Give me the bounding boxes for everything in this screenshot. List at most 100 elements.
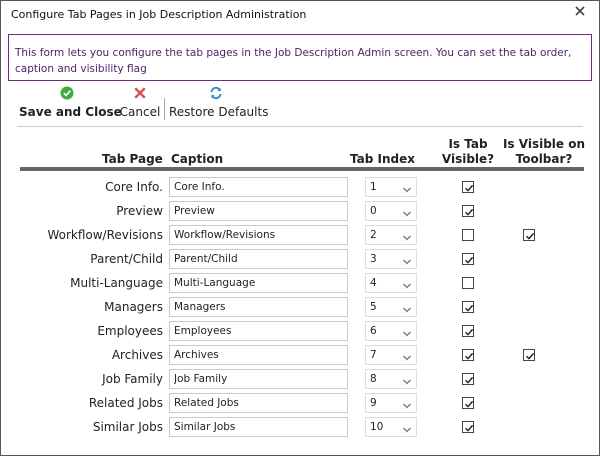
tab-page-label: Related Jobs <box>88 396 163 410</box>
check-circle-icon <box>60 86 74 100</box>
table-row: Core Info. 1 <box>1 177 599 199</box>
tab-index-select[interactable]: 0 <box>365 201 417 221</box>
tab-visible-checkbox[interactable] <box>462 301 474 313</box>
tab-index-value: 5 <box>370 301 377 313</box>
save-and-close-button[interactable]: Save and Close <box>19 83 122 125</box>
caption-input[interactable] <box>169 225 348 245</box>
tab-index-select[interactable]: 4 <box>365 273 417 293</box>
restore-defaults-button[interactable]: Restore Defaults <box>169 83 268 125</box>
tab-page-label: Multi-Language <box>70 276 163 290</box>
tab-visible-checkbox[interactable] <box>462 325 474 337</box>
tab-visible-checkbox[interactable] <box>462 373 474 385</box>
tab-page-label: Similar Jobs <box>92 420 163 434</box>
tab-index-select[interactable]: 5 <box>365 297 417 317</box>
tab-index-value: 7 <box>370 349 377 361</box>
table-row: Employees 6 <box>1 321 599 343</box>
tab-visible-checkbox[interactable] <box>462 421 474 433</box>
tab-index-value: 4 <box>370 277 377 289</box>
chevron-down-icon <box>402 351 412 361</box>
caption-input[interactable] <box>169 393 348 413</box>
col-header-is-visible-on-toolbar: Is Visible on Toolbar? <box>501 137 587 167</box>
refresh-icon <box>209 86 223 100</box>
caption-input[interactable] <box>169 201 348 221</box>
tab-page-label: Core Info. <box>105 180 163 194</box>
tab-index-value: 2 <box>370 229 377 241</box>
chevron-down-icon <box>402 279 412 289</box>
tab-index-select[interactable]: 6 <box>365 321 417 341</box>
tab-visible-checkbox[interactable] <box>462 277 474 289</box>
tab-index-select[interactable]: 7 <box>365 345 417 365</box>
close-icon[interactable] <box>573 4 589 20</box>
tab-visible-checkbox[interactable] <box>462 229 474 241</box>
toolbar-divider <box>17 126 583 127</box>
caption-input[interactable] <box>169 417 348 437</box>
table-row: Workflow/Revisions 2 <box>1 225 599 247</box>
tab-visible-checkbox[interactable] <box>462 205 474 217</box>
tab-visible-checkbox[interactable] <box>462 397 474 409</box>
table-row: Related Jobs 9 <box>1 393 599 415</box>
col-header-is-tab-visible: Is Tab Visible? <box>441 137 495 167</box>
caption-input[interactable] <box>169 177 348 197</box>
chevron-down-icon <box>402 183 412 193</box>
tab-visible-checkbox[interactable] <box>462 181 474 193</box>
tab-index-value: 9 <box>370 397 377 409</box>
caption-input[interactable] <box>169 345 348 365</box>
col-header-tab-index: Tab Index <box>350 152 415 166</box>
col-header-is-tab-visible-line1: Is Tab <box>448 137 488 151</box>
window-title: Configure Tab Pages in Job Description A… <box>11 8 307 21</box>
tab-index-value: 0 <box>370 205 377 217</box>
caption-input[interactable] <box>169 273 348 293</box>
caption-input[interactable] <box>169 249 348 269</box>
caption-input[interactable] <box>169 297 348 317</box>
table-row: Parent/Child 3 <box>1 249 599 271</box>
table-row: Job Family 8 <box>1 369 599 391</box>
tab-page-label: Managers <box>104 300 163 314</box>
chevron-down-icon <box>402 423 412 433</box>
chevron-down-icon <box>402 303 412 313</box>
header-rule <box>20 167 584 171</box>
col-header-is-visible-on-toolbar-line1: Is Visible on <box>502 137 586 151</box>
tab-page-label: Parent/Child <box>90 252 163 266</box>
tab-index-select[interactable]: 9 <box>365 393 417 413</box>
caption-input[interactable] <box>169 369 348 389</box>
toolbar-separator <box>164 98 165 120</box>
tab-index-value: 8 <box>370 373 377 385</box>
col-header-tab-page: Tab Page <box>102 152 163 166</box>
toolbar: Save and Close Cancel Restore Defaults <box>1 83 599 127</box>
col-header-is-tab-visible-line2: Visible? <box>441 152 495 166</box>
table-row: Similar Jobs 10 <box>1 417 599 439</box>
chevron-down-icon <box>402 399 412 409</box>
tab-index-select[interactable]: 10 <box>365 417 417 437</box>
table-row: Archives 7 <box>1 345 599 367</box>
tab-page-label: Job Family <box>102 372 163 386</box>
info-panel: This form lets you configure the tab pag… <box>8 34 592 81</box>
configure-tab-pages-dialog: Configure Tab Pages in Job Description A… <box>0 0 600 456</box>
chevron-down-icon <box>402 207 412 217</box>
tab-index-select[interactable]: 3 <box>365 249 417 269</box>
chevron-down-icon <box>402 231 412 241</box>
info-text: This form lets you configure the tab pag… <box>15 47 572 75</box>
tab-index-select[interactable]: 8 <box>365 369 417 389</box>
tab-page-label: Workflow/Revisions <box>47 228 163 242</box>
toolbar-visible-checkbox[interactable] <box>523 229 535 241</box>
col-header-caption: Caption <box>171 152 224 166</box>
tab-index-select[interactable]: 2 <box>365 225 417 245</box>
table-row: Managers 5 <box>1 297 599 319</box>
chevron-down-icon <box>402 375 412 385</box>
tab-page-label: Employees <box>97 324 163 338</box>
tab-page-label: Archives <box>111 348 163 362</box>
chevron-down-icon <box>402 327 412 337</box>
table-row: Preview 0 <box>1 201 599 223</box>
col-header-is-visible-on-toolbar-line2: Toolbar? <box>515 152 573 166</box>
tab-page-label: Preview <box>116 204 163 218</box>
chevron-down-icon <box>402 255 412 265</box>
tab-index-value: 6 <box>370 325 377 337</box>
tab-index-select[interactable]: 1 <box>365 177 417 197</box>
cancel-button[interactable]: Cancel <box>119 83 161 125</box>
tab-index-value: 3 <box>370 253 377 265</box>
tab-visible-checkbox[interactable] <box>462 253 474 265</box>
toolbar-visible-checkbox[interactable] <box>523 349 535 361</box>
tab-index-value: 10 <box>370 421 384 433</box>
tab-visible-checkbox[interactable] <box>462 349 474 361</box>
caption-input[interactable] <box>169 321 348 341</box>
